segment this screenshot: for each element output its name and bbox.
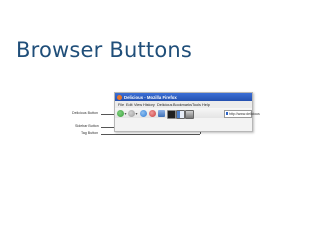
menu-bookmarks[interactable]: Bookmarks [173, 103, 192, 107]
site-favicon-icon [225, 112, 229, 116]
url-text: http://www.delicious [229, 111, 260, 116]
slide-title: Browser Buttons [16, 38, 193, 62]
menu-file[interactable]: File [118, 103, 124, 107]
url-bar[interactable]: http://www.delicious [224, 110, 260, 118]
menu-tools[interactable]: Tools [192, 103, 201, 107]
sidebar-button[interactable] [176, 109, 185, 119]
menu-history[interactable]: History [143, 103, 155, 107]
navigation-toolbar: ▾ ▾ http://www.delicious [115, 108, 260, 119]
delicious-button-callout: Delicious Button [72, 111, 98, 115]
forward-button[interactable] [128, 109, 135, 117]
delicious-button[interactable] [167, 109, 176, 119]
window-titlebar: Delicious - Mozilla Firefox [115, 93, 252, 101]
menu-help[interactable]: Help [202, 103, 210, 107]
firefox-logo-icon [117, 94, 122, 100]
tag-callout-line [101, 133, 200, 135]
reload-button[interactable] [140, 109, 147, 117]
firefox-window: Delicious - Mozilla Firefox File Edit Vi… [114, 92, 260, 132]
sidebar-button-callout: Sidebar Button [75, 124, 99, 128]
menu-view[interactable]: View [134, 103, 142, 107]
home-button[interactable] [158, 109, 165, 117]
menu-delicious[interactable]: Delicious [157, 103, 172, 107]
stop-button[interactable] [149, 109, 156, 117]
forward-dropdown-icon[interactable]: ▾ [136, 110, 139, 117]
window-title: Delicious - Mozilla Firefox [124, 94, 177, 100]
tag-button-callout: Tag Button [81, 131, 99, 135]
tag-button[interactable] [185, 109, 194, 119]
back-button[interactable] [117, 109, 124, 117]
menu-edit[interactable]: Edit [126, 103, 133, 107]
